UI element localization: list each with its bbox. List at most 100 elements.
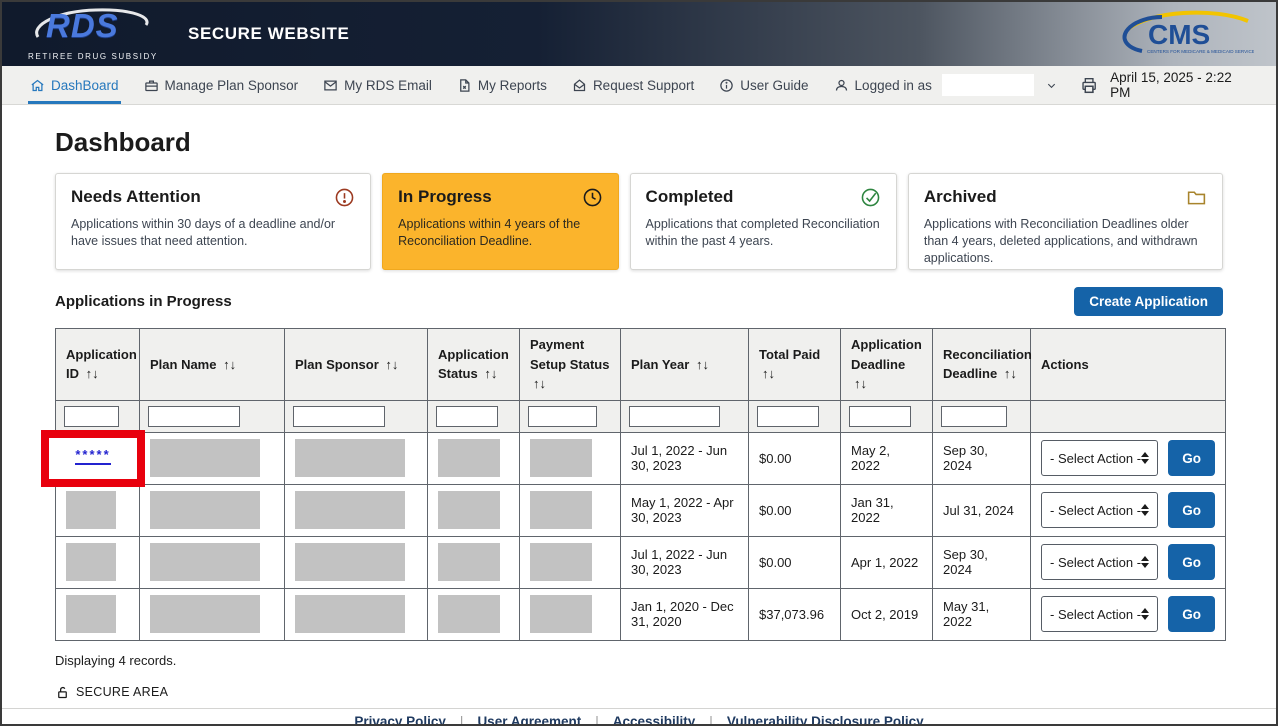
go-button[interactable]: Go [1168, 440, 1215, 476]
filter-plan-sponsor-input[interactable] [293, 406, 385, 427]
card-title: Completed [646, 187, 734, 207]
footer-link-privacy-policy[interactable]: Privacy Policy [354, 714, 446, 726]
print-icon[interactable] [1080, 76, 1098, 95]
create-application-button[interactable]: Create Application [1074, 287, 1223, 316]
filter-reconciliation-deadline-input[interactable] [941, 406, 1007, 427]
application-deadline-cell: May 2, 2022 [841, 432, 933, 484]
nav-item-label: DashBoard [51, 78, 119, 93]
col-header-application-status[interactable]: Application Status ↑↓ [428, 329, 520, 401]
redacted-application-status [438, 491, 500, 529]
card-title: Archived [924, 187, 997, 207]
report-file-icon [457, 78, 472, 93]
total-paid-cell: $0.00 [749, 536, 841, 588]
main-content: Dashboard Needs Attention Applications w… [2, 105, 1276, 708]
nav-item-label: Request Support [593, 78, 694, 93]
sort-icon[interactable]: ↑↓ [1004, 366, 1017, 381]
reconciliation-deadline-cell: May 31, 2022 [933, 588, 1031, 640]
secure-area-badge: SECURE AREA [55, 685, 1223, 708]
col-header-application-id[interactable]: Application ID ↑↓ [56, 329, 140, 401]
footer-link-user-agreement[interactable]: User Agreement [477, 714, 581, 726]
applications-table: Application ID ↑↓ Plan Name ↑↓ Plan Spon… [55, 328, 1226, 641]
select-action-dropdown[interactable]: - Select Action - [1041, 544, 1158, 580]
redacted-plan-sponsor [295, 491, 405, 529]
redacted-payment-setup-status [530, 491, 592, 529]
filter-plan-year-input[interactable] [629, 406, 720, 427]
sort-icon[interactable]: ↑↓ [533, 376, 546, 391]
application-deadline-cell: Oct 2, 2019 [841, 588, 933, 640]
sort-icon[interactable]: ↑↓ [854, 376, 867, 391]
filter-application-status-input[interactable] [436, 406, 498, 427]
footer-separator: | [709, 714, 713, 726]
card-title: In Progress [398, 187, 492, 207]
footer-link-accessibility[interactable]: Accessibility [613, 714, 696, 726]
card-in-progress[interactable]: In Progress Applications within 4 years … [382, 173, 618, 270]
filter-application-deadline-input[interactable] [849, 406, 911, 427]
filter-plan-name-input[interactable] [148, 406, 240, 427]
select-action-dropdown[interactable]: - Select Action - [1041, 440, 1158, 476]
plan-year-cell: Jul 1, 2022 - Jun 30, 2023 [621, 432, 749, 484]
sort-icon[interactable]: ↑↓ [385, 357, 398, 372]
logged-in-user-redacted [942, 74, 1034, 96]
go-button[interactable]: Go [1168, 544, 1215, 580]
status-cards: Needs Attention Applications within 30 d… [55, 173, 1223, 270]
plan-year-cell: Jan 1, 2020 - Dec 31, 2020 [621, 588, 749, 640]
go-button[interactable]: Go [1168, 492, 1215, 528]
redacted-payment-setup-status [530, 439, 592, 477]
sort-icon[interactable]: ↑↓ [86, 366, 99, 381]
nav-item-dashboard[interactable]: DashBoard [28, 66, 121, 104]
sort-icon[interactable]: ↑↓ [223, 357, 236, 372]
sort-icon[interactable]: ↑↓ [696, 357, 709, 372]
nav-item-manage-plan-sponsor[interactable]: Manage Plan Sponsor [142, 66, 301, 104]
col-header-plan-year[interactable]: Plan Year ↑↓ [621, 329, 749, 401]
total-paid-cell: $37,073.96 [749, 588, 841, 640]
logged-in-as-select[interactable]: Logged in as [832, 66, 1059, 104]
applications-section-header: Applications in Progress Create Applicat… [55, 287, 1223, 316]
applications-section-title: Applications in Progress [55, 293, 232, 310]
nav-item-label: User Guide [740, 78, 808, 93]
card-archived[interactable]: Archived Applications with Reconciliatio… [908, 173, 1223, 270]
filter-payment-setup-status-input[interactable] [528, 406, 597, 427]
masthead: RDS RETIREE DRUG SUBSIDY SECURE WEBSITE … [2, 2, 1276, 66]
nav-item-user-guide[interactable]: User Guide [717, 66, 810, 104]
col-header-payment-setup-status[interactable]: Payment Setup Status ↑↓ [520, 329, 621, 401]
secure-area-label: SECURE AREA [76, 685, 168, 699]
sort-icon[interactable]: ↑↓ [762, 366, 775, 381]
col-header-plan-sponsor[interactable]: Plan Sponsor ↑↓ [285, 329, 428, 401]
nav-item-request-support[interactable]: Request Support [570, 66, 696, 104]
card-description: Applications within 4 years of the Recon… [398, 216, 602, 250]
go-button[interactable]: Go [1168, 596, 1215, 632]
card-description: Applications within 30 days of a deadlin… [71, 216, 355, 250]
nav-item-my-rds-email[interactable]: My RDS Email [321, 66, 434, 104]
table-row: Jan 1, 2020 - Dec 31, 2020 $37,073.96 Oc… [56, 588, 1226, 640]
footer: Privacy Policy | User Agreement | Access… [2, 708, 1276, 726]
filter-application-id-input[interactable] [64, 406, 119, 427]
filter-total-paid-input[interactable] [757, 406, 819, 427]
check-circle-icon [860, 187, 881, 208]
card-completed[interactable]: Completed Applications that completed Re… [630, 173, 897, 270]
select-action-dropdown[interactable]: - Select Action - [1041, 492, 1158, 528]
envelope-icon [323, 78, 338, 93]
support-envelope-icon [572, 78, 587, 93]
chevron-down-icon [1046, 80, 1057, 91]
nav-right-group: April 15, 2025 - 2:22 PM [1080, 66, 1250, 104]
card-description: Applications that completed Reconciliati… [646, 216, 881, 250]
application-deadline-cell: Jan 31, 2022 [841, 484, 933, 536]
highlight-red-box: ***** [41, 430, 145, 487]
redacted-plan-sponsor [295, 595, 405, 633]
footer-link-vulnerability-disclosure-policy[interactable]: Vulnerability Disclosure Policy [727, 714, 924, 726]
redacted-application-status [438, 543, 500, 581]
reconciliation-deadline-cell: Jul 31, 2024 [933, 484, 1031, 536]
select-action-dropdown[interactable]: - Select Action - [1041, 596, 1158, 632]
redacted-application-id [66, 491, 116, 529]
col-header-plan-name[interactable]: Plan Name ↑↓ [140, 329, 285, 401]
col-header-reconciliation-deadline[interactable]: Reconciliation Deadline ↑↓ [933, 329, 1031, 401]
sort-icon[interactable]: ↑↓ [484, 366, 497, 381]
redacted-application-status [438, 439, 500, 477]
col-header-total-paid[interactable]: Total Paid ↑↓ [749, 329, 841, 401]
col-header-application-deadline[interactable]: Application Deadline ↑↓ [841, 329, 933, 401]
application-id-link[interactable]: ***** [75, 451, 110, 465]
nav-item-my-reports[interactable]: My Reports [455, 66, 549, 104]
card-needs-attention[interactable]: Needs Attention Applications within 30 d… [55, 173, 371, 270]
nav-item-label: Manage Plan Sponsor [165, 78, 299, 93]
page-title: Dashboard [55, 127, 1223, 158]
